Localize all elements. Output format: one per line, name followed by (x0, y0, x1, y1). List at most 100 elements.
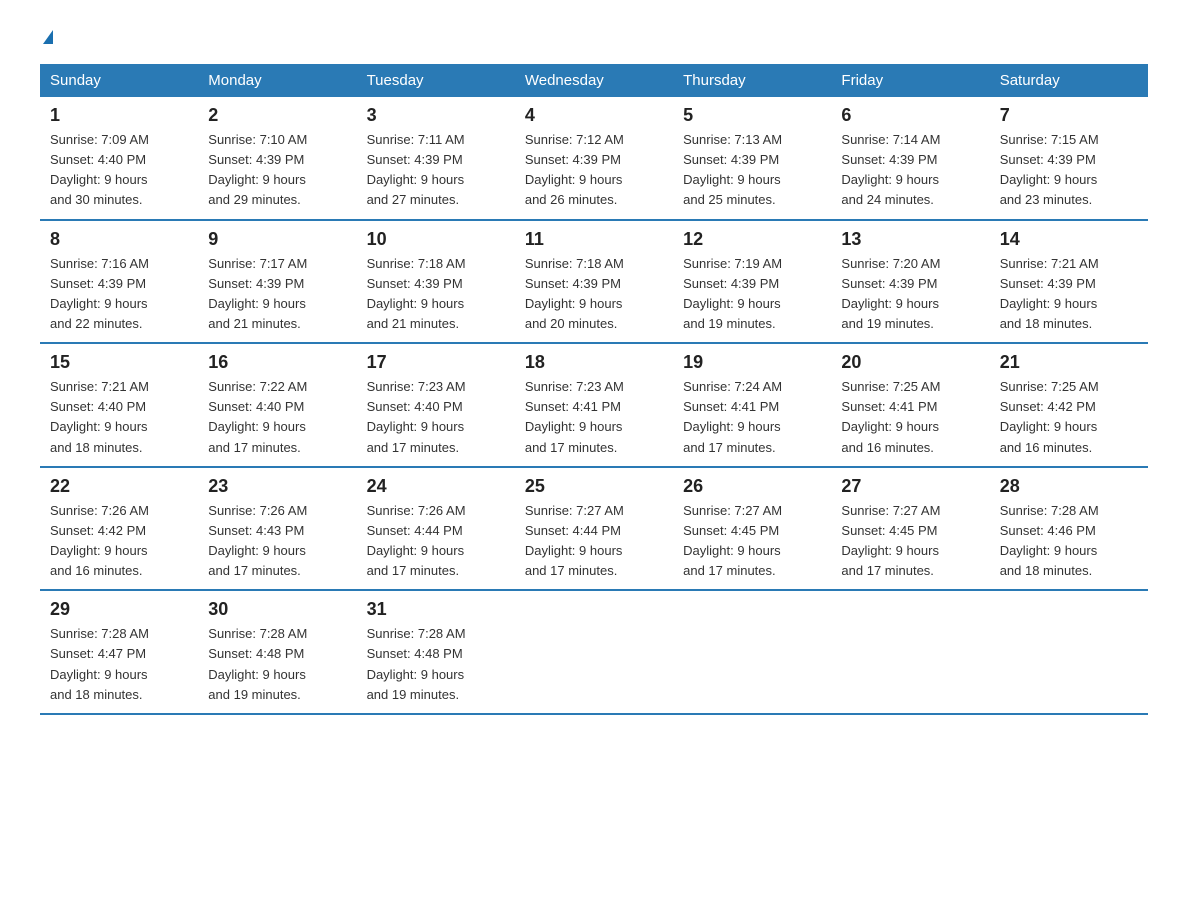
day-number: 28 (1000, 476, 1138, 497)
day-number: 30 (208, 599, 346, 620)
day-number: 21 (1000, 352, 1138, 373)
calendar-cell: 6 Sunrise: 7:14 AM Sunset: 4:39 PM Dayli… (831, 97, 989, 220)
day-number: 16 (208, 352, 346, 373)
calendar-cell: 13 Sunrise: 7:20 AM Sunset: 4:39 PM Dayl… (831, 220, 989, 344)
calendar-cell: 29 Sunrise: 7:28 AM Sunset: 4:47 PM Dayl… (40, 590, 198, 714)
day-number: 26 (683, 476, 821, 497)
week-row-3: 15 Sunrise: 7:21 AM Sunset: 4:40 PM Dayl… (40, 343, 1148, 467)
day-info: Sunrise: 7:26 AM Sunset: 4:43 PM Dayligh… (208, 501, 346, 582)
day-number: 8 (50, 229, 188, 250)
day-info: Sunrise: 7:27 AM Sunset: 4:44 PM Dayligh… (525, 501, 663, 582)
day-info: Sunrise: 7:12 AM Sunset: 4:39 PM Dayligh… (525, 130, 663, 211)
day-number: 15 (50, 352, 188, 373)
day-info: Sunrise: 7:24 AM Sunset: 4:41 PM Dayligh… (683, 377, 821, 458)
calendar-cell: 3 Sunrise: 7:11 AM Sunset: 4:39 PM Dayli… (357, 97, 515, 220)
calendar-cell (831, 590, 989, 714)
calendar-cell: 30 Sunrise: 7:28 AM Sunset: 4:48 PM Dayl… (198, 590, 356, 714)
calendar-cell: 22 Sunrise: 7:26 AM Sunset: 4:42 PM Dayl… (40, 467, 198, 591)
header-friday: Friday (831, 64, 989, 97)
day-number: 29 (50, 599, 188, 620)
calendar-cell: 17 Sunrise: 7:23 AM Sunset: 4:40 PM Dayl… (357, 343, 515, 467)
calendar-cell: 11 Sunrise: 7:18 AM Sunset: 4:39 PM Dayl… (515, 220, 673, 344)
day-info: Sunrise: 7:28 AM Sunset: 4:46 PM Dayligh… (1000, 501, 1138, 582)
day-number: 24 (367, 476, 505, 497)
day-number: 9 (208, 229, 346, 250)
day-number: 4 (525, 105, 663, 126)
day-number: 27 (841, 476, 979, 497)
day-info: Sunrise: 7:18 AM Sunset: 4:39 PM Dayligh… (525, 254, 663, 335)
day-number: 23 (208, 476, 346, 497)
calendar-cell: 14 Sunrise: 7:21 AM Sunset: 4:39 PM Dayl… (990, 220, 1148, 344)
header-tuesday: Tuesday (357, 64, 515, 97)
logo (40, 30, 53, 44)
calendar-cell: 27 Sunrise: 7:27 AM Sunset: 4:45 PM Dayl… (831, 467, 989, 591)
day-info: Sunrise: 7:28 AM Sunset: 4:48 PM Dayligh… (367, 624, 505, 705)
day-info: Sunrise: 7:27 AM Sunset: 4:45 PM Dayligh… (841, 501, 979, 582)
day-info: Sunrise: 7:28 AM Sunset: 4:48 PM Dayligh… (208, 624, 346, 705)
day-number: 11 (525, 229, 663, 250)
calendar-cell: 5 Sunrise: 7:13 AM Sunset: 4:39 PM Dayli… (673, 97, 831, 220)
calendar-cell: 20 Sunrise: 7:25 AM Sunset: 4:41 PM Dayl… (831, 343, 989, 467)
day-number: 12 (683, 229, 821, 250)
day-info: Sunrise: 7:09 AM Sunset: 4:40 PM Dayligh… (50, 130, 188, 211)
day-info: Sunrise: 7:27 AM Sunset: 4:45 PM Dayligh… (683, 501, 821, 582)
day-number: 19 (683, 352, 821, 373)
calendar-cell: 10 Sunrise: 7:18 AM Sunset: 4:39 PM Dayl… (357, 220, 515, 344)
header-thursday: Thursday (673, 64, 831, 97)
calendar-cell: 21 Sunrise: 7:25 AM Sunset: 4:42 PM Dayl… (990, 343, 1148, 467)
day-number: 20 (841, 352, 979, 373)
page-header (40, 30, 1148, 44)
calendar-cell: 28 Sunrise: 7:28 AM Sunset: 4:46 PM Dayl… (990, 467, 1148, 591)
day-info: Sunrise: 7:10 AM Sunset: 4:39 PM Dayligh… (208, 130, 346, 211)
day-info: Sunrise: 7:25 AM Sunset: 4:41 PM Dayligh… (841, 377, 979, 458)
day-number: 7 (1000, 105, 1138, 126)
day-number: 13 (841, 229, 979, 250)
calendar-cell: 26 Sunrise: 7:27 AM Sunset: 4:45 PM Dayl… (673, 467, 831, 591)
calendar-cell: 12 Sunrise: 7:19 AM Sunset: 4:39 PM Dayl… (673, 220, 831, 344)
calendar-cell: 7 Sunrise: 7:15 AM Sunset: 4:39 PM Dayli… (990, 97, 1148, 220)
day-info: Sunrise: 7:28 AM Sunset: 4:47 PM Dayligh… (50, 624, 188, 705)
day-info: Sunrise: 7:14 AM Sunset: 4:39 PM Dayligh… (841, 130, 979, 211)
calendar-cell: 15 Sunrise: 7:21 AM Sunset: 4:40 PM Dayl… (40, 343, 198, 467)
week-row-2: 8 Sunrise: 7:16 AM Sunset: 4:39 PM Dayli… (40, 220, 1148, 344)
day-info: Sunrise: 7:17 AM Sunset: 4:39 PM Dayligh… (208, 254, 346, 335)
day-info: Sunrise: 7:19 AM Sunset: 4:39 PM Dayligh… (683, 254, 821, 335)
day-number: 31 (367, 599, 505, 620)
calendar-cell (515, 590, 673, 714)
day-number: 14 (1000, 229, 1138, 250)
header-wednesday: Wednesday (515, 64, 673, 97)
week-row-1: 1 Sunrise: 7:09 AM Sunset: 4:40 PM Dayli… (40, 97, 1148, 220)
calendar-cell: 19 Sunrise: 7:24 AM Sunset: 4:41 PM Dayl… (673, 343, 831, 467)
header-sunday: Sunday (40, 64, 198, 97)
day-number: 10 (367, 229, 505, 250)
day-number: 2 (208, 105, 346, 126)
day-number: 6 (841, 105, 979, 126)
calendar-header-row: SundayMondayTuesdayWednesdayThursdayFrid… (40, 64, 1148, 97)
day-info: Sunrise: 7:20 AM Sunset: 4:39 PM Dayligh… (841, 254, 979, 335)
day-info: Sunrise: 7:22 AM Sunset: 4:40 PM Dayligh… (208, 377, 346, 458)
day-info: Sunrise: 7:16 AM Sunset: 4:39 PM Dayligh… (50, 254, 188, 335)
day-number: 22 (50, 476, 188, 497)
day-info: Sunrise: 7:25 AM Sunset: 4:42 PM Dayligh… (1000, 377, 1138, 458)
day-number: 3 (367, 105, 505, 126)
day-info: Sunrise: 7:11 AM Sunset: 4:39 PM Dayligh… (367, 130, 505, 211)
day-info: Sunrise: 7:26 AM Sunset: 4:44 PM Dayligh… (367, 501, 505, 582)
calendar-cell: 1 Sunrise: 7:09 AM Sunset: 4:40 PM Dayli… (40, 97, 198, 220)
day-info: Sunrise: 7:18 AM Sunset: 4:39 PM Dayligh… (367, 254, 505, 335)
day-number: 25 (525, 476, 663, 497)
week-row-5: 29 Sunrise: 7:28 AM Sunset: 4:47 PM Dayl… (40, 590, 1148, 714)
day-info: Sunrise: 7:23 AM Sunset: 4:41 PM Dayligh… (525, 377, 663, 458)
day-info: Sunrise: 7:23 AM Sunset: 4:40 PM Dayligh… (367, 377, 505, 458)
calendar-cell: 4 Sunrise: 7:12 AM Sunset: 4:39 PM Dayli… (515, 97, 673, 220)
header-monday: Monday (198, 64, 356, 97)
calendar-table: SundayMondayTuesdayWednesdayThursdayFrid… (40, 64, 1148, 715)
calendar-cell (990, 590, 1148, 714)
calendar-cell: 23 Sunrise: 7:26 AM Sunset: 4:43 PM Dayl… (198, 467, 356, 591)
calendar-cell: 16 Sunrise: 7:22 AM Sunset: 4:40 PM Dayl… (198, 343, 356, 467)
day-info: Sunrise: 7:15 AM Sunset: 4:39 PM Dayligh… (1000, 130, 1138, 211)
logo-triangle-icon (43, 30, 53, 44)
header-saturday: Saturday (990, 64, 1148, 97)
week-row-4: 22 Sunrise: 7:26 AM Sunset: 4:42 PM Dayl… (40, 467, 1148, 591)
day-info: Sunrise: 7:13 AM Sunset: 4:39 PM Dayligh… (683, 130, 821, 211)
calendar-cell: 8 Sunrise: 7:16 AM Sunset: 4:39 PM Dayli… (40, 220, 198, 344)
